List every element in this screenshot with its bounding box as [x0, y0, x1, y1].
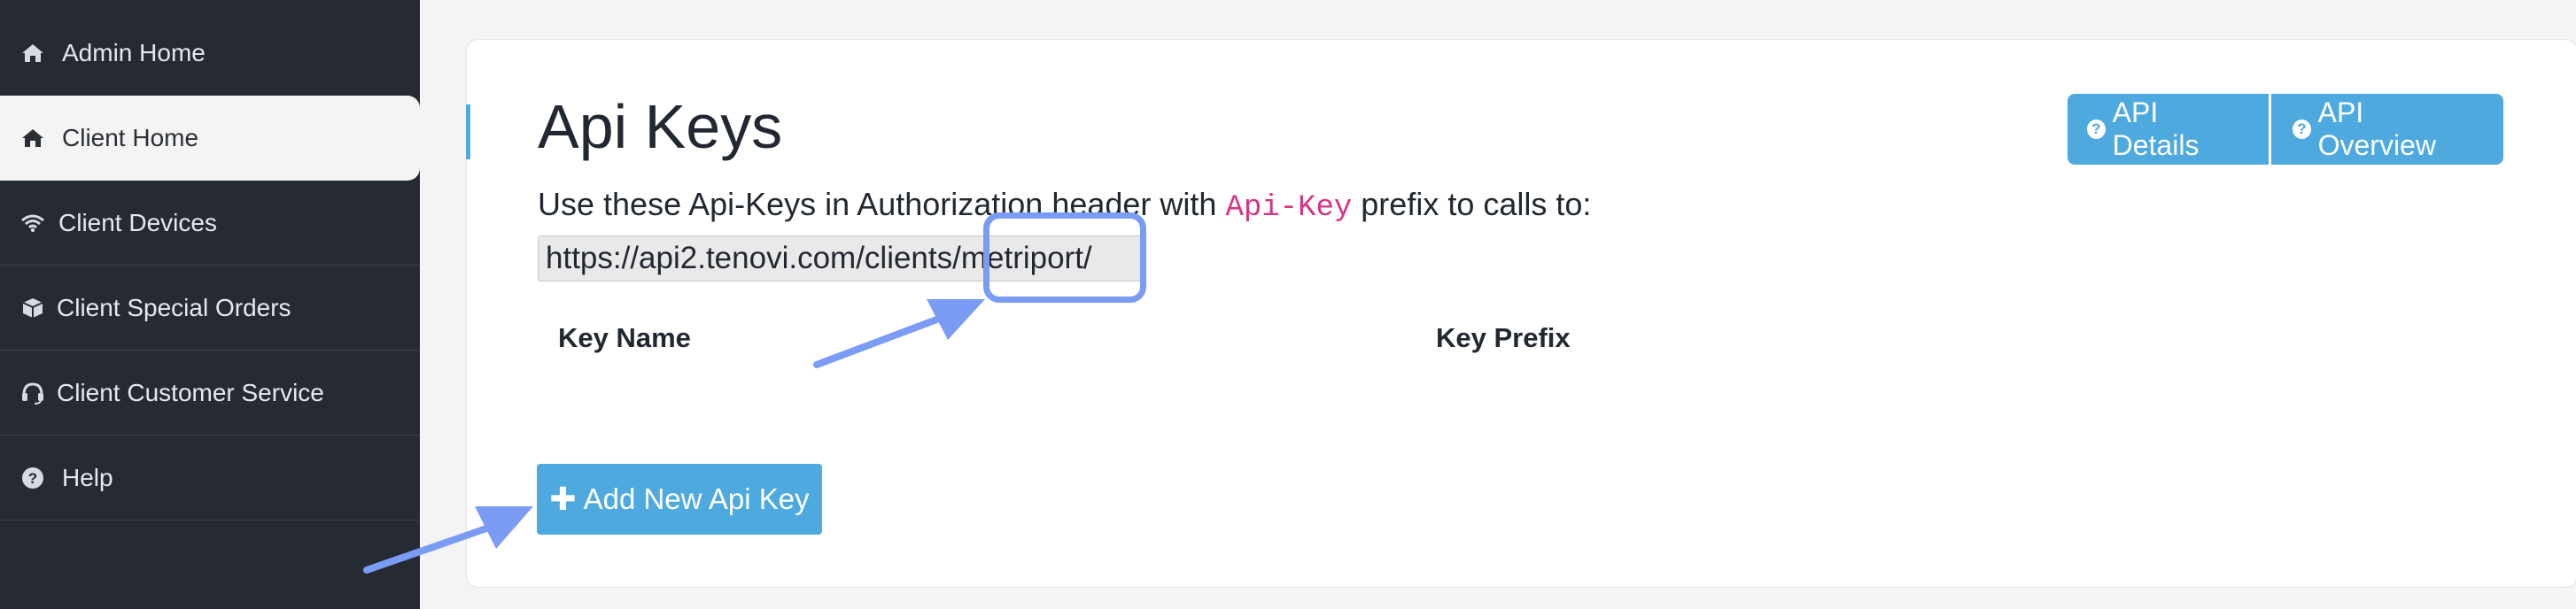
sidebar: Admin Home Client Home Client Devices Cl…: [0, 0, 420, 609]
add-new-api-key-label: Add New Api Key: [583, 482, 810, 515]
sidebar-item-client-special-orders[interactable]: Client Special Orders: [0, 266, 420, 351]
api-docs-button-group: ? API Details ? API Overview: [2068, 94, 2503, 165]
svg-text:?: ?: [28, 470, 37, 487]
question-circle-icon: ?: [19, 465, 46, 491]
sidebar-item-client-devices[interactable]: Client Devices: [0, 181, 420, 266]
api-overview-button[interactable]: ? API Overview: [2271, 94, 2503, 165]
home-icon: [19, 125, 46, 151]
description-text-after: prefix to calls to:: [1352, 186, 1592, 222]
api-details-button[interactable]: ? API Details: [2068, 94, 2271, 165]
sidebar-item-label: Client Customer Service: [57, 378, 324, 406]
sidebar-item-label: Client Home: [62, 124, 199, 151]
column-header-key-prefix: Key Prefix: [1436, 322, 1571, 353]
sidebar-item-admin-home[interactable]: Admin Home: [0, 11, 420, 96]
home-icon: [19, 40, 46, 66]
page-title: Api Keys: [538, 92, 783, 161]
plus-icon: ✚: [549, 481, 577, 517]
annotation-highlight-box: [983, 212, 1146, 303]
sidebar-item-label: Client Special Orders: [57, 293, 291, 321]
add-new-api-key-button[interactable]: ✚ Add New Api Key: [537, 464, 822, 535]
sidebar-item-client-customer-service[interactable]: Client Customer Service: [0, 351, 420, 436]
sidebar-item-client-home[interactable]: Client Home: [0, 96, 420, 181]
column-header-key-name: Key Name: [558, 322, 691, 353]
question-circle-icon: ?: [2293, 119, 2311, 139]
title-accent-bar: [466, 104, 470, 159]
headset-icon: [19, 380, 46, 406]
box-icon: [19, 295, 46, 321]
sidebar-item-label: Admin Home: [62, 39, 206, 66]
sidebar-item-label: Client Devices: [58, 208, 217, 236]
wifi-icon: [19, 210, 46, 236]
sidebar-item-help[interactable]: ? Help: [0, 436, 420, 520]
sidebar-item-label: Help: [62, 463, 113, 491]
question-circle-icon: ?: [2087, 119, 2106, 139]
api-details-label: API Details: [2112, 96, 2200, 161]
api-key-prefix-code: Api-Key: [1225, 191, 1353, 225]
api-overview-label: API Overview: [2317, 96, 2436, 161]
